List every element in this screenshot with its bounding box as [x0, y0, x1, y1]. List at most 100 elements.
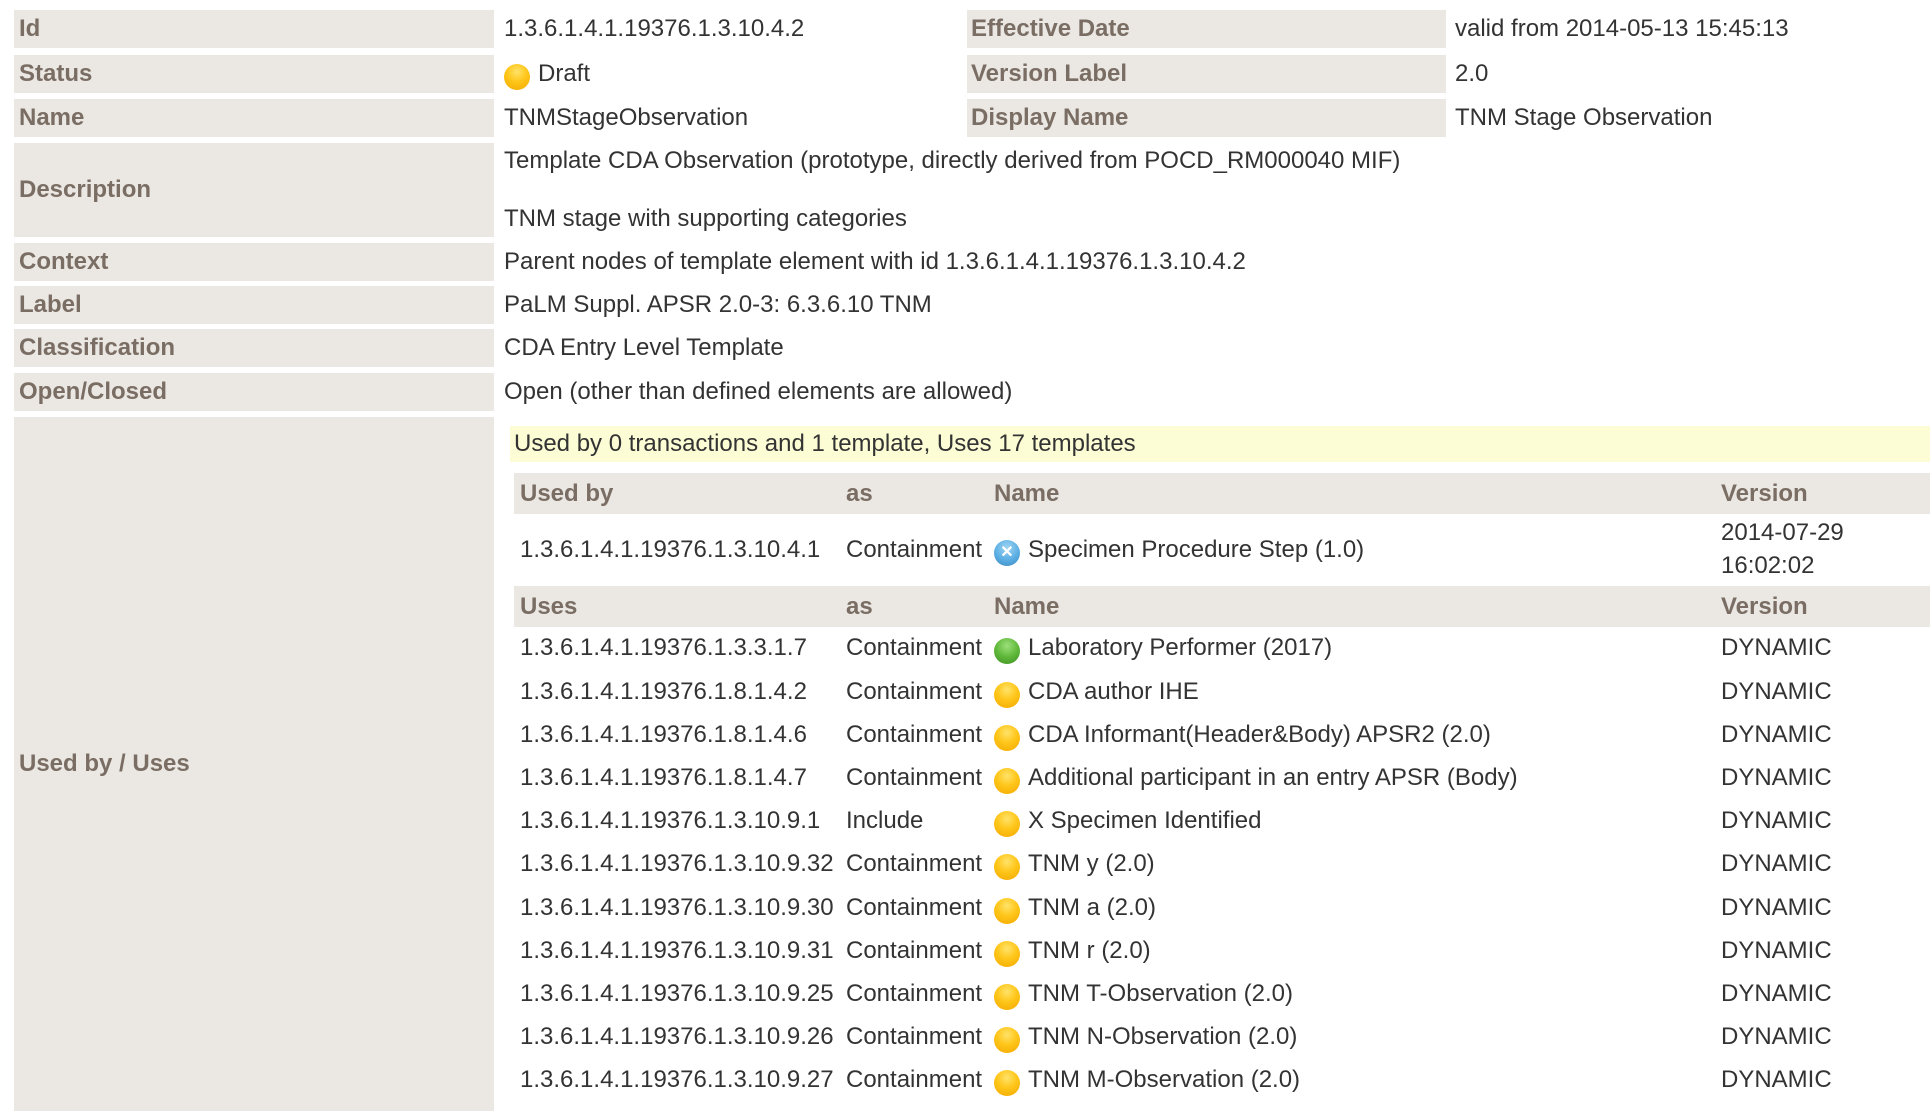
used-by-name-text: Specimen Procedure Step (1.0) [1028, 536, 1365, 563]
uses-header-col3: Name [994, 592, 1060, 620]
label-label: Label [14, 286, 494, 324]
uses-id-link[interactable]: 1.3.6.1.4.1.19376.1.3.10.9.27 [520, 1060, 834, 1100]
uses-header [514, 586, 1930, 627]
uses-id-link[interactable]: 1.3.6.1.4.1.19376.1.3.10.9.30 [520, 888, 834, 928]
used-by-header [514, 473, 1930, 514]
uses-name-text: CDA author IHE [1028, 678, 1199, 705]
uses-name-link[interactable]: TNM M-Observation (2.0) [994, 1060, 1300, 1100]
uses-as: Containment [846, 721, 983, 748]
uses-name-text: TNM T-Observation (2.0) [1028, 980, 1293, 1007]
uses-id-link[interactable]: 1.3.6.1.4.1.19376.1.3.10.9.25 [520, 974, 834, 1014]
draft-status-icon [994, 854, 1020, 880]
uses-id-link[interactable]: 1.3.6.1.4.1.19376.1.3.10.9.31 [520, 931, 834, 971]
uses-name-text: Additional participant in an entry APSR … [1028, 764, 1518, 791]
used-by-version-date: 2014-07-29 [1721, 519, 1844, 546]
uses-as: Containment [846, 894, 983, 921]
uses-name-link[interactable]: X Specimen Identified [994, 801, 1261, 841]
uses-id-link[interactable]: 1.3.6.1.4.1.19376.1.3.10.9.1 [520, 801, 820, 841]
uses-name-text: TNM y (2.0) [1028, 850, 1155, 877]
display-name-label: Display Name [967, 99, 1446, 137]
uses-id-link[interactable]: 1.3.6.1.4.1.19376.1.8.1.4.7 [520, 758, 807, 798]
used-by-id-link[interactable]: 1.3.6.1.4.1.19376.1.3.10.4.1 [520, 530, 820, 570]
uses-header-col2: as [846, 592, 873, 620]
effective-date-value: valid from 2014-05-13 15:45:13 [1455, 15, 1789, 42]
uses-as: Containment [846, 634, 983, 661]
uses-name-text: X Specimen Identified [1028, 807, 1262, 834]
uses-header-col1: Uses [520, 592, 578, 620]
draft-status-icon [994, 898, 1020, 924]
uses-name-link[interactable]: TNM r (2.0) [994, 931, 1151, 971]
id-label: Id [14, 10, 494, 48]
uses-name-link[interactable]: CDA author IHE [994, 672, 1199, 712]
uses-name-link[interactable]: CDA Informant(Header&Body) APSR2 (2.0) [994, 715, 1491, 755]
uses-id-link[interactable]: 1.3.6.1.4.1.19376.1.8.1.4.6 [520, 715, 807, 755]
uses-name-link[interactable]: Additional participant in an entry APSR … [994, 758, 1518, 798]
uses-header-col4: Version [1721, 592, 1808, 620]
uses-name-text: TNM a (2.0) [1028, 894, 1157, 921]
uses-name-link[interactable]: Laboratory Performer (2017) [994, 628, 1332, 668]
draft-status-icon [994, 811, 1020, 837]
uses-version: DYNAMIC [1721, 1066, 1832, 1093]
description-line-1: Template CDA Observation (prototype, dir… [504, 147, 1401, 174]
context-label: Context [14, 243, 494, 281]
uses-version: DYNAMIC [1721, 807, 1832, 834]
used-by-header-col2: as [846, 479, 873, 507]
classification-value: CDA Entry Level Template [504, 334, 784, 361]
uses-as: Containment [846, 850, 983, 877]
uses-id-link[interactable]: 1.3.6.1.4.1.19376.1.3.10.9.32 [520, 844, 834, 884]
uses-version: DYNAMIC [1721, 721, 1832, 748]
uses-as: Containment [846, 1066, 983, 1093]
uses-as: Containment [846, 937, 983, 964]
uses-id-link[interactable]: 1.3.6.1.4.1.19376.1.8.1.4.2 [520, 672, 807, 712]
display-name-value: TNM Stage Observation [1455, 104, 1713, 131]
draft-status-icon [994, 1070, 1020, 1096]
draft-status-icon [994, 941, 1020, 967]
open-closed-label: Open/Closed [14, 373, 494, 411]
uses-as: Containment [846, 764, 983, 791]
uses-name-link[interactable]: TNM y (2.0) [994, 844, 1155, 884]
retired-status-icon [994, 540, 1020, 566]
draft-status-icon [994, 1027, 1020, 1053]
draft-status-icon [994, 682, 1020, 708]
uses-version: DYNAMIC [1721, 850, 1832, 877]
uses-id-link[interactable]: 1.3.6.1.4.1.19376.1.3.10.9.26 [520, 1017, 834, 1057]
uses-version: DYNAMIC [1721, 1023, 1832, 1050]
usage-summary: Used by 0 transactions and 1 template, U… [510, 426, 1930, 462]
uses-version: DYNAMIC [1721, 678, 1832, 705]
uses-id-link[interactable]: 1.3.6.1.4.1.19376.1.3.3.1.7 [520, 628, 807, 668]
uses-version: DYNAMIC [1721, 764, 1832, 791]
draft-status-icon [994, 725, 1020, 751]
status-value: Draft [504, 55, 590, 93]
description-label: Description [14, 143, 494, 237]
status-label: Status [14, 55, 494, 93]
uses-name-link[interactable]: TNM T-Observation (2.0) [994, 974, 1293, 1014]
draft-status-icon [994, 984, 1020, 1010]
used-by-uses-label: Used by / Uses [14, 417, 494, 1111]
classification-label: Classification [14, 329, 494, 367]
uses-name-text: TNM N-Observation (2.0) [1028, 1023, 1298, 1050]
draft-status-icon [994, 768, 1020, 794]
uses-version: DYNAMIC [1721, 634, 1832, 661]
name-label: Name [14, 99, 494, 137]
uses-as: Containment [846, 1023, 983, 1050]
context-value: Parent nodes of template element with id… [504, 248, 1246, 275]
used-by-header-col3: Name [994, 479, 1060, 507]
uses-version: DYNAMIC [1721, 980, 1832, 1007]
uses-name-link[interactable]: TNM a (2.0) [994, 888, 1156, 928]
used-by-header-col4: Version [1721, 479, 1808, 507]
name-value: TNMStageObservation [504, 104, 749, 131]
uses-name-text: TNM r (2.0) [1028, 937, 1151, 964]
draft-status-icon [504, 64, 530, 90]
uses-name-text: TNM M-Observation (2.0) [1028, 1066, 1301, 1093]
open-closed-value: Open (other than defined elements are al… [504, 378, 1013, 405]
used-by-name-link[interactable]: Specimen Procedure Step (1.0) [994, 530, 1364, 570]
version-label-label: Version Label [967, 55, 1446, 93]
uses-as: Include [846, 807, 924, 834]
active-status-icon [994, 638, 1020, 664]
used-by-header-col1: Used by [520, 479, 614, 507]
uses-name-link[interactable]: TNM N-Observation (2.0) [994, 1017, 1297, 1057]
label-value: PaLM Suppl. APSR 2.0-3: 6.3.6.10 TNM [504, 291, 932, 318]
version-label-value: 2.0 [1455, 60, 1489, 87]
used-by-version-time: 16:02:02 [1721, 552, 1815, 579]
uses-as: Containment [846, 980, 983, 1007]
